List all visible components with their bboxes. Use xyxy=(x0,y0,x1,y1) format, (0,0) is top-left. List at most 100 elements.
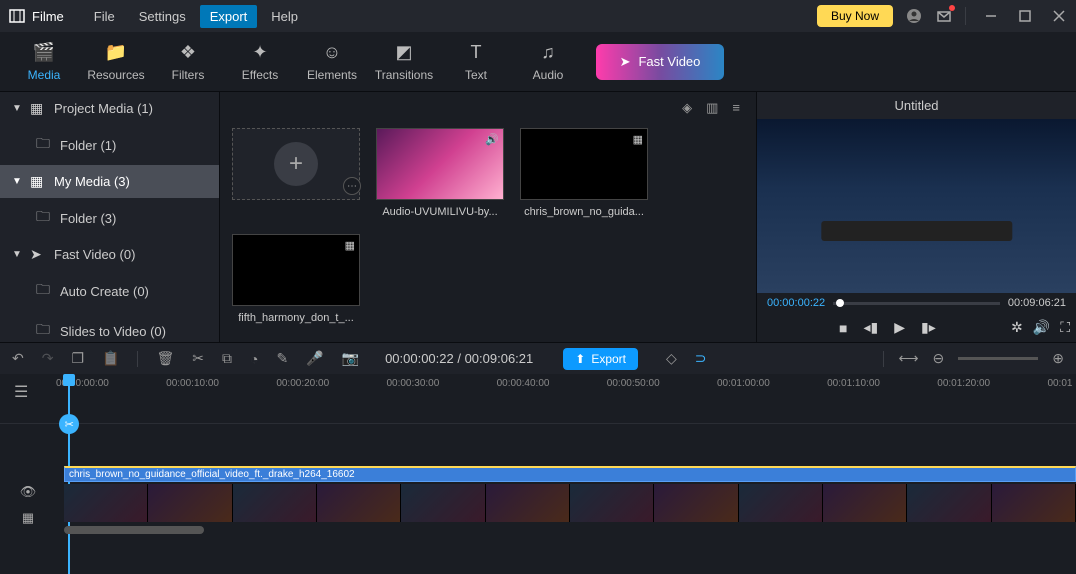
speed-icon[interactable]: ◔ xyxy=(250,351,258,367)
columns-icon[interactable]: ▥ xyxy=(706,100,718,116)
folder-icon: 🗀 xyxy=(36,319,52,342)
prev-frame-icon[interactable]: ◂▮ xyxy=(863,319,878,336)
sort-icon[interactable]: ≡ xyxy=(732,100,740,116)
pen-icon[interactable]: ✎ xyxy=(276,350,288,367)
app-name: Filme xyxy=(32,9,64,24)
camera-icon[interactable]: 📷 xyxy=(342,350,359,367)
film-track-icon[interactable]: ▦ xyxy=(22,510,34,526)
split-icon[interactable]: ✂ xyxy=(192,350,204,367)
tab-resources[interactable]: 📁Resources xyxy=(80,34,152,90)
tab-audio[interactable]: ♫Audio xyxy=(512,34,584,90)
tree-my-media[interactable]: ▼▦My Media (3) xyxy=(0,165,219,198)
media-item-video1[interactable]: ▦ chris_brown_no_guida... xyxy=(520,128,648,218)
more-icon[interactable]: ⋯ xyxy=(343,177,361,195)
audio-icon: ♫ xyxy=(541,42,555,64)
zoom-slider[interactable] xyxy=(958,357,1038,360)
total-time: 00:09:06:21 xyxy=(1008,297,1066,309)
effects-icon: ✦ xyxy=(252,42,267,64)
play-icon[interactable]: ▶ xyxy=(894,319,905,336)
undo-icon[interactable]: ↶ xyxy=(12,350,24,367)
track-body[interactable]: chris_brown_no_guidance_official_video_f… xyxy=(56,424,1076,534)
redo-icon[interactable]: ↷ xyxy=(42,350,54,367)
menu-file[interactable]: File xyxy=(84,5,125,28)
panel-view-controls: ◈ ▥ ≡ xyxy=(682,100,740,116)
folder-icon: 🗀 xyxy=(36,279,52,303)
volume-icon[interactable]: 🔊 xyxy=(1033,319,1050,336)
media-grid: +⋯ 🔊 Audio-UVUMILIVU-by... ▦ chris_brown… xyxy=(232,128,744,324)
tree-slides-to-video[interactable]: 🗀Slides to Video (0) xyxy=(0,311,219,342)
crop-icon[interactable]: ⧉ xyxy=(222,350,232,367)
preview-video[interactable] xyxy=(757,119,1076,293)
fast-video-button[interactable]: ➤Fast Video xyxy=(596,44,724,80)
fast-icon: ➤ xyxy=(30,246,46,263)
media-item-audio[interactable]: 🔊 Audio-UVUMILIVU-by... xyxy=(376,128,504,218)
copy-icon[interactable]: ❐ xyxy=(71,350,84,367)
timeline: ☰ 00:00:00:00 00:00:10:00 00:00:20:00 00… xyxy=(0,374,1076,534)
preview-title: Untitled xyxy=(757,92,1076,119)
tree-project-media[interactable]: ▼▦Project Media (1) xyxy=(0,92,219,125)
tag-icon[interactable]: ◇ xyxy=(666,350,677,367)
tree-auto-create[interactable]: 🗀Auto Create (0) xyxy=(0,271,219,311)
video-clip[interactable]: chris_brown_no_guidance_official_video_f… xyxy=(64,466,1076,482)
mic-icon[interactable]: 🎤 xyxy=(306,350,323,367)
stop-icon[interactable]: ■ xyxy=(839,320,847,336)
chevron-down-icon: ▼ xyxy=(12,103,22,114)
tab-filters[interactable]: ❖Filters xyxy=(152,34,224,90)
seek-bar[interactable] xyxy=(833,302,1000,305)
menu-help[interactable]: Help xyxy=(261,5,308,28)
tree-project-folder[interactable]: 🗀Folder (1) xyxy=(0,125,219,165)
track-area: 👁 ▦ chris_brown_no_guidance_official_vid… xyxy=(0,424,1076,534)
add-media-item[interactable]: +⋯ xyxy=(232,128,360,218)
tree-fast-video[interactable]: ▼➤Fast Video (0) xyxy=(0,238,219,271)
seek-handle[interactable] xyxy=(836,299,844,307)
delete-icon[interactable]: 🗑 xyxy=(156,350,174,367)
media-panel: ◈ ▥ ≡ +⋯ 🔊 Audio-UVUMILIVU-by... ▦ chris… xyxy=(220,92,756,342)
film-icon: ▦ xyxy=(633,133,643,146)
buy-now-button[interactable]: Buy Now xyxy=(817,5,893,27)
maximize-icon[interactable] xyxy=(1016,7,1034,25)
tab-elements[interactable]: ☺Elements xyxy=(296,34,368,90)
elements-icon: ☺ xyxy=(323,42,341,64)
menu-settings[interactable]: Settings xyxy=(129,5,196,28)
timeline-ruler[interactable]: ☰ 00:00:00:00 00:00:10:00 00:00:20:00 00… xyxy=(0,374,1076,424)
preview-seek: 00:00:00:22 00:09:06:21 xyxy=(757,293,1076,313)
menu-export[interactable]: Export xyxy=(200,5,258,28)
grid-icon: ▦ xyxy=(30,100,46,117)
chevron-down-icon: ▼ xyxy=(12,176,22,187)
paste-icon[interactable]: 📋 xyxy=(102,350,119,367)
plus-icon: + xyxy=(274,142,318,186)
app-logo: Filme xyxy=(8,7,64,25)
titlebar: Filme File Settings Export Help Buy Now xyxy=(0,0,1076,32)
playhead-handle[interactable] xyxy=(63,374,75,386)
menu-bar: File Settings Export Help xyxy=(84,5,308,28)
visibility-icon[interactable]: 👁 xyxy=(20,484,37,500)
window-controls xyxy=(982,7,1068,25)
user-icon[interactable] xyxy=(905,7,923,25)
media-icon: 🎬 xyxy=(33,42,55,64)
next-frame-icon[interactable]: ▮▸ xyxy=(921,319,936,336)
preview-panel: Untitled 00:00:00:22 00:09:06:21 ■ ◂▮ ▶ … xyxy=(756,92,1076,342)
tab-transitions[interactable]: ◩Transitions xyxy=(368,34,440,90)
fast-forward-icon: ➤ xyxy=(620,54,631,70)
tree-my-folder[interactable]: 🗀Folder (3) xyxy=(0,198,219,238)
horizontal-scrollbar[interactable] xyxy=(64,526,204,534)
layers-icon[interactable]: ◈ xyxy=(682,100,692,116)
main-toolbar: 🎬Media 📁Resources ❖Filters ✦Effects ☺Ele… xyxy=(0,32,1076,92)
tab-text[interactable]: TText xyxy=(440,34,512,90)
media-item-video2[interactable]: ▦ fifth_harmony_don_t_... xyxy=(232,234,360,324)
divider xyxy=(883,351,884,367)
zoom-in-icon[interactable]: ⊕ xyxy=(1052,350,1064,367)
tab-media[interactable]: 🎬Media xyxy=(8,34,80,90)
close-icon[interactable] xyxy=(1050,7,1068,25)
clip-thumbnails xyxy=(64,484,1076,522)
inbox-icon[interactable] xyxy=(935,7,953,25)
settings-icon[interactable]: ✲ xyxy=(1011,319,1023,336)
zoom-out-icon[interactable]: ⊖ xyxy=(933,350,945,367)
fit-icon[interactable]: ⟷ xyxy=(898,350,918,367)
minimize-icon[interactable] xyxy=(982,7,1000,25)
fullscreen-icon[interactable]: ⛶ xyxy=(1060,319,1070,336)
export-button[interactable]: ⬆Export xyxy=(563,348,638,370)
hamburger-icon[interactable]: ☰ xyxy=(14,382,28,402)
tab-effects[interactable]: ✦Effects xyxy=(224,34,296,90)
magnet-icon[interactable]: ⊃ xyxy=(695,350,707,367)
